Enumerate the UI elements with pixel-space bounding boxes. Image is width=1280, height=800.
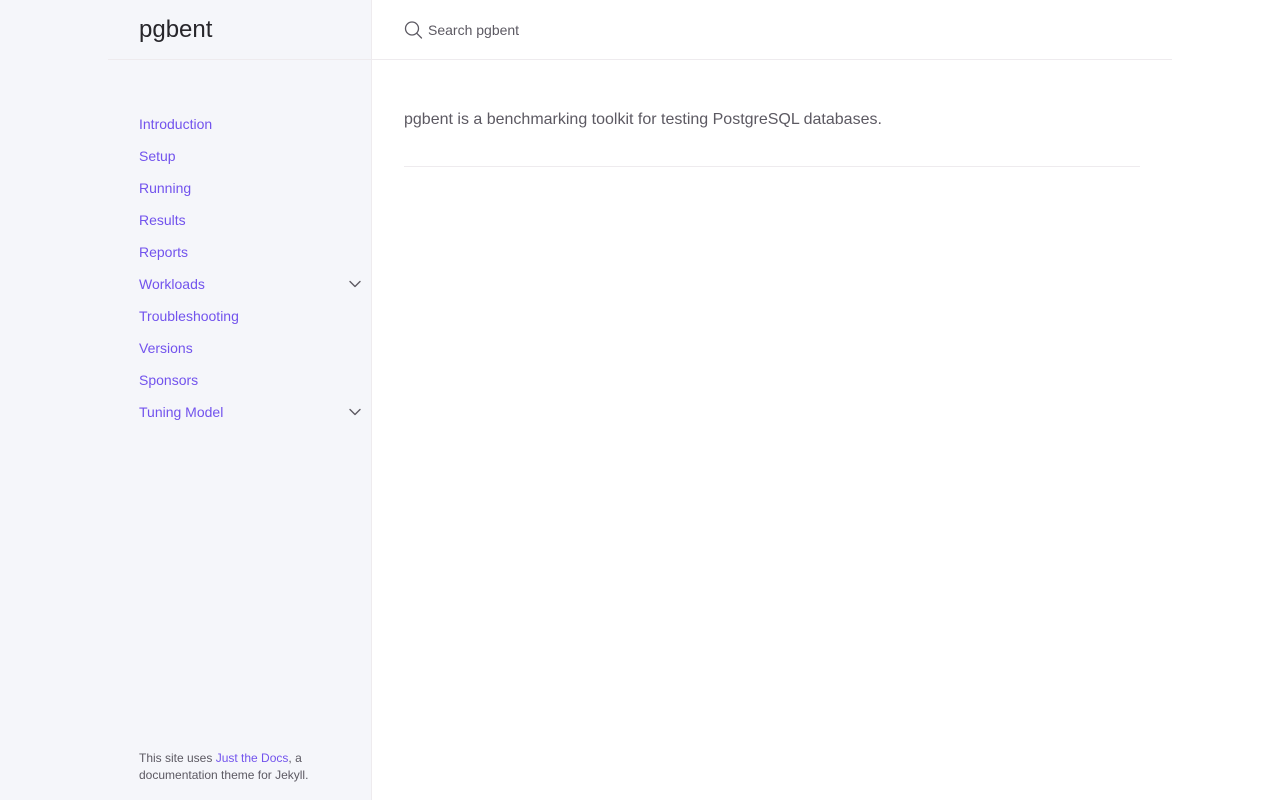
- sidebar: pgbent Introduction Setup Running Result…: [0, 0, 371, 800]
- main-content: pgbent is a benchmarking toolkit for tes…: [404, 108, 1140, 132]
- chevron-down-icon[interactable]: [343, 403, 367, 421]
- search-input[interactable]: [424, 15, 1132, 45]
- nav-item-running[interactable]: Running: [139, 172, 371, 204]
- nav-item-results[interactable]: Results: [139, 204, 371, 236]
- just-the-docs-link[interactable]: Just the Docs: [216, 751, 289, 765]
- nav-item-sponsors[interactable]: Sponsors: [139, 364, 371, 396]
- nav-item-label[interactable]: Setup: [139, 148, 176, 164]
- nav-item-label[interactable]: Sponsors: [139, 372, 198, 388]
- nav-item-workloads[interactable]: Workloads: [139, 268, 371, 300]
- site-footer: This site uses Just the Docs, a document…: [139, 750, 339, 784]
- site-header: pgbent: [108, 0, 371, 60]
- sidebar-nav: Introduction Setup Running Results Repor…: [139, 108, 371, 428]
- footer-prefix: This site uses: [139, 751, 216, 765]
- nav-item-label[interactable]: Tuning Model: [139, 404, 223, 420]
- nav-item-label[interactable]: Introduction: [139, 116, 212, 132]
- intro-paragraph: pgbent is a benchmarking toolkit for tes…: [404, 111, 882, 128]
- nav-item-label[interactable]: Results: [139, 212, 186, 228]
- nav-item-troubleshooting[interactable]: Troubleshooting: [139, 300, 371, 332]
- sidebar-divider: [371, 0, 372, 800]
- nav-item-label[interactable]: Troubleshooting: [139, 308, 239, 324]
- chevron-down-icon[interactable]: [343, 275, 367, 293]
- search-bar: [372, 0, 1172, 60]
- nav-item-label[interactable]: Versions: [139, 340, 193, 356]
- nav-item-setup[interactable]: Setup: [139, 140, 371, 172]
- page: pgbent Introduction Setup Running Result…: [0, 0, 1280, 800]
- nav-item-label[interactable]: Workloads: [139, 276, 205, 292]
- nav-item-label[interactable]: Reports: [139, 244, 188, 260]
- nav-item-tuning-model[interactable]: Tuning Model: [139, 396, 371, 428]
- search-icon: [404, 20, 424, 40]
- content-divider: [404, 166, 1140, 167]
- nav-item-label[interactable]: Running: [139, 180, 191, 196]
- site-title-link[interactable]: pgbent: [139, 16, 212, 44]
- nav-item-introduction[interactable]: Introduction: [139, 108, 371, 140]
- nav-item-reports[interactable]: Reports: [139, 236, 371, 268]
- nav-item-versions[interactable]: Versions: [139, 332, 371, 364]
